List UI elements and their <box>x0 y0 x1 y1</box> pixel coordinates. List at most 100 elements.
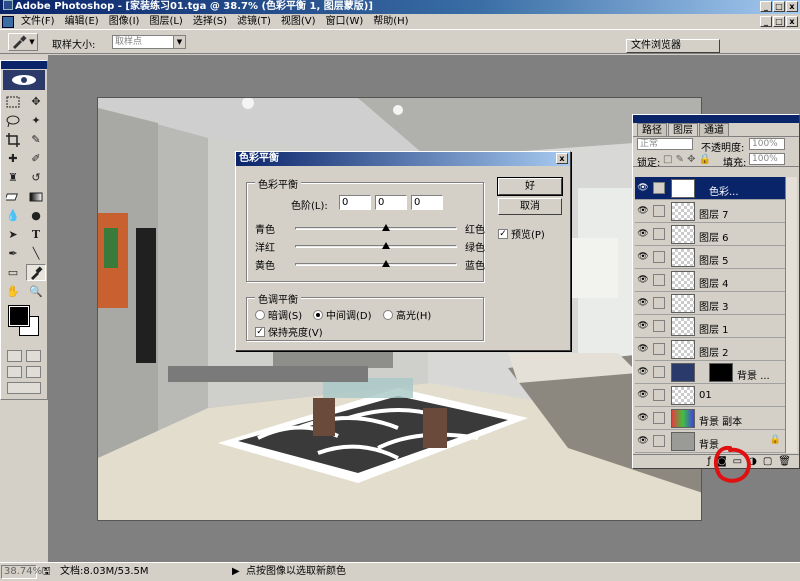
layer-row[interactable]: 👁 背景 副本 <box>635 407 785 430</box>
level-yellow-blue-input[interactable]: 0 <box>411 195 443 210</box>
status-arrow-icon[interactable]: ▶ <box>232 566 240 580</box>
eye-icon[interactable]: 👁 <box>637 344 649 354</box>
cancel-button[interactable]: 取消 <box>498 198 562 215</box>
healing-brush-tool-icon[interactable]: ✚ <box>3 150 23 167</box>
menu-edit[interactable]: 编辑(E) <box>60 14 104 30</box>
slider-track[interactable] <box>295 245 457 248</box>
layer-link-box[interactable] <box>653 182 665 194</box>
layer-link-box[interactable] <box>653 412 665 424</box>
layer-row[interactable]: 👁 图层 3 <box>635 292 785 315</box>
history-brush-tool-icon[interactable]: ↺ <box>26 169 46 186</box>
document-icon[interactable] <box>2 15 14 28</box>
minimize-button[interactable]: _ <box>760 1 772 12</box>
doc-restore-button[interactable]: □ <box>773 16 785 27</box>
menu-layer[interactable]: 图层(L) <box>144 14 187 30</box>
photoshop-eye-icon[interactable] <box>3 70 45 90</box>
layer-link-box[interactable] <box>653 205 665 217</box>
ok-button[interactable]: 好 <box>497 177 563 196</box>
layer-row[interactable]: 👁 图层 4 <box>635 269 785 292</box>
menu-file[interactable]: 文件(F) <box>16 14 60 30</box>
tab-paths[interactable]: 路径 <box>637 123 667 136</box>
eraser-tool-icon[interactable] <box>3 188 23 205</box>
preview-checkbox[interactable]: ✓ 预览(P) <box>498 226 545 241</box>
layer-link-box[interactable] <box>653 297 665 309</box>
eye-icon[interactable]: 👁 <box>637 183 649 193</box>
tab-layers[interactable]: 图层 <box>668 123 698 136</box>
layer-link-box[interactable] <box>653 389 665 401</box>
layers-scrollbar[interactable] <box>785 177 797 453</box>
slider-thumb[interactable] <box>382 260 390 267</box>
zoom-field[interactable]: 38.74% <box>1 565 42 579</box>
hand-tool-icon[interactable]: ✋ <box>3 283 23 300</box>
layer-row[interactable]: 👁 01 <box>635 384 785 407</box>
eyedropper-preset-button[interactable]: ▼ <box>8 33 38 51</box>
notes-tool-icon[interactable]: ▭ <box>3 264 23 281</box>
level-magenta-green-input[interactable]: 0 <box>375 195 407 210</box>
foreground-color-swatch[interactable] <box>8 305 30 327</box>
close-button[interactable]: x <box>786 1 798 12</box>
magenta-green-slider[interactable]: 洋红 绿色 <box>255 239 485 254</box>
lock-icons[interactable]: □ ✎ ✥ 🔒 <box>663 154 711 165</box>
layer-link-box[interactable] <box>653 228 665 240</box>
layer-link-box[interactable] <box>653 320 665 332</box>
layer-row[interactable]: 👁 图层 1 <box>635 315 785 338</box>
screen-mode-full-button[interactable] <box>26 366 41 378</box>
slider-thumb[interactable] <box>382 224 390 231</box>
standard-mode-button[interactable] <box>7 350 22 362</box>
highlights-radio[interactable]: 高光(H) <box>383 307 431 322</box>
layers-panel-titlebar[interactable] <box>633 115 799 123</box>
move-tool-icon[interactable]: ✥ <box>26 93 46 110</box>
dialog-titlebar[interactable]: 色彩平衡 x <box>236 152 570 166</box>
line-tool-icon[interactable]: ╲ <box>26 245 46 262</box>
menu-window[interactable]: 窗口(W) <box>321 14 369 30</box>
eye-icon[interactable]: 👁 <box>637 413 649 423</box>
layer-row[interactable]: 👁 图层 7 <box>635 200 785 223</box>
eye-icon[interactable]: 👁 <box>637 275 649 285</box>
trash-icon[interactable]: 🗑 <box>778 456 791 467</box>
opacity-input[interactable]: 100% <box>749 138 785 150</box>
crop-tool-icon[interactable] <box>3 131 23 148</box>
menu-select[interactable]: 选择(S) <box>188 14 232 30</box>
sample-size-select[interactable]: 取样点 ▼ <box>112 35 186 49</box>
fill-input[interactable]: 100% <box>749 153 785 165</box>
menu-filter[interactable]: 滤镜(T) <box>232 14 276 30</box>
gradient-tool-icon[interactable] <box>26 188 46 205</box>
layer-link-box[interactable] <box>653 435 665 447</box>
layer-row[interactable]: 👁 背景 ... <box>635 361 785 384</box>
eyedropper-tool-icon[interactable] <box>26 264 46 281</box>
layer-row[interactable]: 👁 图层 6 <box>635 223 785 246</box>
path-selection-tool-icon[interactable]: ➤ <box>3 226 23 243</box>
dodge-tool-icon[interactable]: ● <box>26 207 46 224</box>
eye-icon[interactable]: 👁 <box>637 298 649 308</box>
eye-icon[interactable]: 👁 <box>637 436 649 446</box>
magic-wand-tool-icon[interactable]: ✦ <box>26 112 46 129</box>
marquee-tool-icon[interactable] <box>3 93 23 110</box>
preserve-luminosity-checkbox[interactable]: ✓ 保持亮度(V) <box>255 324 323 339</box>
brush-tool-icon[interactable]: ✐ <box>26 150 46 167</box>
new-layer-icon[interactable]: ▢ <box>763 456 772 467</box>
tab-channels[interactable]: 通道 <box>699 123 729 136</box>
menu-image[interactable]: 图像(I) <box>104 14 145 30</box>
doc-minimize-button[interactable]: _ <box>760 16 772 27</box>
layer-link-box[interactable] <box>653 366 665 378</box>
slice-tool-icon[interactable]: ✎ <box>26 131 46 148</box>
type-tool-icon[interactable]: T <box>26 226 46 243</box>
doc-close-button[interactable]: x <box>786 16 798 27</box>
layer-link-box[interactable] <box>653 274 665 286</box>
cyan-red-slider[interactable]: 青色 红色 <box>255 221 485 236</box>
dialog-close-button[interactable]: x <box>556 153 568 164</box>
yellow-blue-slider[interactable]: 黄色 蓝色 <box>255 257 485 272</box>
level-cyan-red-input[interactable]: 0 <box>339 195 371 210</box>
menu-view[interactable]: 视图(V) <box>276 14 321 30</box>
layer-link-box[interactable] <box>653 251 665 263</box>
shadows-radio[interactable]: 暗调(S) <box>255 307 302 322</box>
file-browser-tab[interactable]: 文件浏览器 <box>626 39 720 53</box>
eye-icon[interactable]: 👁 <box>637 321 649 331</box>
slider-track[interactable] <box>295 227 457 230</box>
layer-row[interactable]: 👁 图层 5 <box>635 246 785 269</box>
eye-icon[interactable]: 👁 <box>637 390 649 400</box>
pen-tool-icon[interactable]: ✒ <box>3 245 23 262</box>
quick-mask-mode-button[interactable] <box>26 350 41 362</box>
blur-tool-icon[interactable]: 💧 <box>3 207 23 224</box>
zoom-tool-icon[interactable]: 🔍 <box>26 283 46 300</box>
